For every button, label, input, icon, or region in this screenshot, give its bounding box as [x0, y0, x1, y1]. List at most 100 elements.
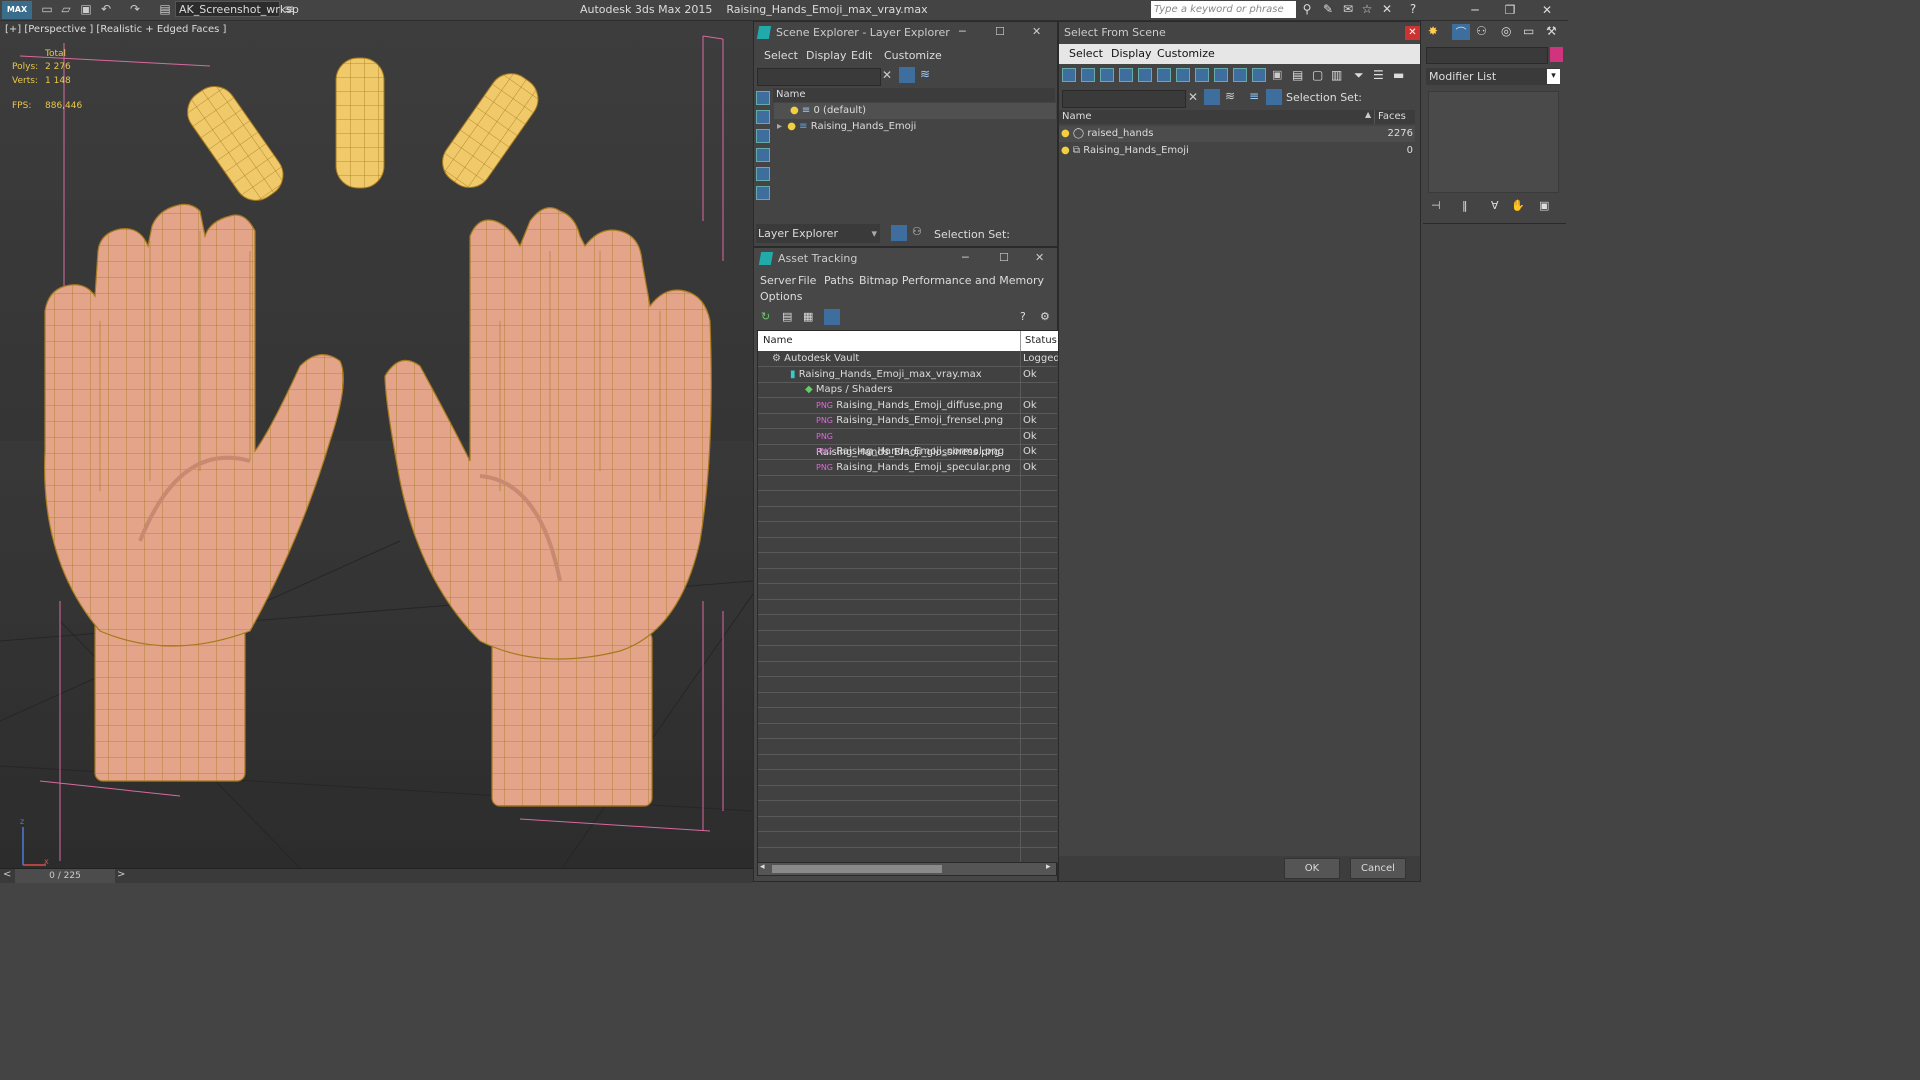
layers-options-icon[interactable]: ≋ — [920, 67, 934, 83]
container-filter-icon[interactable] — [1233, 68, 1247, 82]
find-field[interactable] — [1062, 90, 1186, 108]
modifier-stack[interactable] — [1428, 91, 1559, 193]
binoculars-icon[interactable]: ⚲ — [1299, 2, 1315, 17]
find-field[interactable] — [757, 68, 881, 86]
timeline-next[interactable]: > — [117, 869, 125, 880]
filter-icon[interactable] — [1204, 89, 1220, 105]
column-header-name[interactable]: Name — [773, 88, 1055, 102]
display-shapes-icon[interactable] — [756, 129, 770, 143]
display-geometry-icon[interactable] — [756, 110, 770, 124]
object-color-swatch[interactable] — [1550, 47, 1563, 62]
layers-icon[interactable]: ≋ — [1225, 89, 1235, 103]
layer-row-default[interactable]: ● ≡ 0 (default) — [774, 103, 1056, 119]
modify-tab-icon[interactable]: ⌒ — [1452, 24, 1470, 40]
light-filter-icon[interactable] — [1100, 68, 1114, 82]
redo-icon[interactable]: ↷ — [128, 3, 142, 16]
display-none-icon[interactable] — [756, 91, 770, 105]
sort-layer-icon[interactable]: ≡ — [1249, 89, 1259, 103]
scrollbar-thumb[interactable] — [772, 865, 942, 873]
close-window-button[interactable]: ✕ — [1530, 0, 1564, 20]
list-view-icon[interactable]: ▤ — [782, 310, 792, 323]
motion-tab-icon[interactable]: ◎ — [1501, 24, 1511, 38]
open-file-icon[interactable]: ▱ — [59, 3, 73, 16]
utilities-tab-icon[interactable]: ⚒ — [1546, 24, 1557, 38]
filter-funnel-icon[interactable]: ⏷ — [1354, 68, 1364, 83]
asset-row-diffuse[interactable]: PNG Raising_Hands_Emoji_diffuse.png — [816, 398, 1020, 414]
maximize-icon[interactable]: ☐ — [999, 251, 1009, 264]
scroll-left-icon[interactable]: ◂ — [760, 862, 765, 872]
lightbulb-icon[interactable]: ● — [1061, 128, 1070, 139]
show-end-result-icon[interactable]: ‖ — [1462, 199, 1468, 212]
perspective-viewport[interactable]: [+] [Perspective ] [Realistic + Edged Fa… — [0, 21, 753, 868]
close-icon[interactable]: ✕ — [1032, 25, 1041, 38]
column-header-status[interactable]: Status — [1021, 331, 1058, 351]
close-search-icon[interactable]: ✕ — [1379, 2, 1395, 17]
column-header-name[interactable]: Name — [1059, 110, 1375, 124]
new-file-icon[interactable]: ▭ — [40, 3, 54, 16]
menu-customize[interactable]: Customize — [1157, 47, 1215, 60]
refresh-icon[interactable]: ↻ — [761, 310, 770, 323]
column-header-name[interactable]: Name — [758, 331, 1021, 351]
restore-button[interactable]: ❐ — [1493, 0, 1527, 20]
asset-row-frensel[interactable]: PNG Raising_Hands_Emoji_frensel.png — [816, 413, 1020, 429]
lightbulb-icon[interactable]: ● — [787, 121, 796, 132]
minimize-icon[interactable]: ─ — [959, 25, 966, 38]
project-folder-icon[interactable]: ▤ — [158, 3, 172, 16]
viewport-label[interactable]: [+] [Perspective ] [Realistic + Edged Fa… — [5, 24, 226, 35]
menu-display[interactable]: Display — [806, 49, 847, 62]
close-icon[interactable]: ✕ — [1405, 26, 1420, 40]
explorer-type-dropdown[interactable]: Layer Explorer ▾ — [756, 224, 880, 243]
object-row-raised-hands[interactable]: ● ◯ raised_hands — [1059, 126, 1415, 142]
layer-row-raising-hands[interactable]: ▸ ● ≡ Raising_Hands_Emoji — [774, 119, 1056, 135]
clear-find-icon[interactable]: ✕ — [882, 68, 892, 82]
xref-filter-icon[interactable] — [1195, 68, 1209, 82]
create-tab-icon[interactable]: ✸ — [1428, 24, 1438, 38]
menu-display[interactable]: Display — [1111, 47, 1152, 60]
menu-paths[interactable]: Paths — [824, 274, 854, 287]
menu-server[interactable]: Server — [760, 274, 796, 287]
lightbulb-icon[interactable]: ● — [790, 105, 799, 116]
menu-options[interactable]: Options — [760, 290, 802, 303]
filter-icon[interactable] — [899, 67, 915, 83]
group-filter-icon[interactable] — [1176, 68, 1190, 82]
object-row-raising-hands-emoji[interactable]: ● ⧉ Raising_Hands_Emoji — [1059, 143, 1415, 159]
display-cameras-icon[interactable] — [756, 167, 770, 181]
favorites-star-icon[interactable]: ☆ — [1359, 2, 1375, 17]
geometry-filter-icon[interactable] — [1062, 68, 1076, 82]
cancel-button[interactable]: Cancel — [1350, 858, 1406, 879]
table-view-icon[interactable] — [824, 309, 840, 325]
menu-select[interactable]: Select — [764, 49, 798, 62]
clear-find-icon[interactable]: ✕ — [1188, 90, 1198, 104]
spacewarp-filter-icon[interactable] — [1157, 68, 1171, 82]
workspace-dropdown[interactable]: AK_Screenshot_wrksp — [175, 1, 299, 17]
ok-button[interactable]: OK — [1284, 858, 1340, 879]
menu-customize[interactable]: Customize — [884, 49, 942, 62]
horizontal-scrollbar[interactable]: ◂ ▸ — [757, 862, 1057, 876]
lightbulb-icon[interactable]: ● — [1061, 145, 1070, 156]
display-helpers-icon[interactable] — [756, 186, 770, 200]
configure-sets-icon[interactable]: ▣ — [1539, 199, 1549, 212]
hierarchy-tab-icon[interactable]: ⚇ — [1476, 24, 1487, 38]
object-name-field[interactable] — [1426, 47, 1548, 64]
hidden-filter-icon[interactable]: ▣ — [1272, 68, 1282, 81]
make-unique-icon[interactable]: ∀ — [1491, 199, 1499, 212]
save-file-icon[interactable]: ▣ — [79, 3, 93, 16]
menu-bitmap-performance[interactable]: Bitmap Performance and Memory — [859, 274, 1044, 287]
asset-row-vault[interactable]: ⚙ Autodesk Vault — [772, 351, 1020, 367]
settings-icon[interactable]: ⚙ — [1040, 310, 1050, 323]
menu-select[interactable]: Select — [1069, 47, 1103, 60]
menu-file[interactable]: File — [798, 274, 816, 287]
asset-row-specular[interactable]: PNG Raising_Hands_Emoji_specular.png — [816, 460, 1020, 476]
chevron-down-icon[interactable]: ▾ — [1547, 69, 1560, 84]
frame-counter[interactable]: 0 / 225 — [15, 869, 115, 883]
communication-icon[interactable]: ✉ — [1340, 2, 1356, 17]
help-icon[interactable]: ? — [1405, 2, 1421, 17]
bone-filter-icon[interactable] — [1214, 68, 1228, 82]
column-header-faces[interactable]: Faces — [1375, 110, 1415, 124]
time-slider[interactable]: < 0 / 225 > — [0, 868, 753, 883]
expand-arrow-icon[interactable]: ▸ — [777, 121, 782, 132]
asset-row-glossiness[interactable]: PNG Raising_Hands_Emoji_glossiness.png — [816, 429, 1020, 458]
tools-icon[interactable]: ✎ — [1320, 2, 1336, 17]
maximize-icon[interactable]: ☐ — [995, 25, 1005, 38]
helper-filter-icon[interactable] — [1138, 68, 1152, 82]
